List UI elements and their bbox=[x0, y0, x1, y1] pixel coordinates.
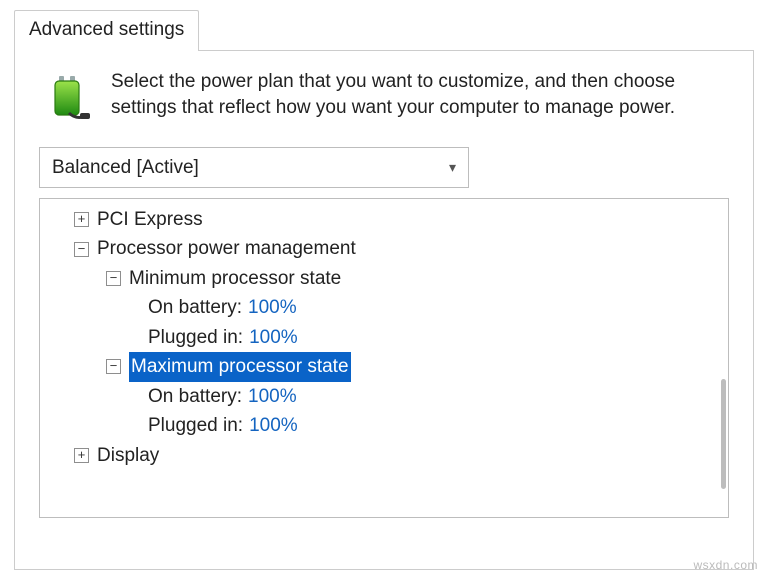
collapse-icon[interactable]: − bbox=[74, 242, 89, 257]
setting-label: Plugged in: bbox=[148, 411, 243, 440]
node-label: Processor power management bbox=[97, 234, 356, 263]
setting-min-on-battery[interactable]: On battery: 100% bbox=[50, 293, 724, 322]
node-label-selected: Maximum processor state bbox=[129, 352, 351, 381]
power-plan-select[interactable]: Balanced [Active] ▾ bbox=[39, 147, 469, 188]
settings-tree: + PCI Express − Processor power manageme… bbox=[39, 198, 729, 518]
setting-max-plugged-in[interactable]: Plugged in: 100% bbox=[50, 411, 724, 440]
intro-text: Select the power plan that you want to c… bbox=[111, 69, 729, 129]
setting-value[interactable]: 100% bbox=[248, 293, 297, 322]
tab-advanced-settings[interactable]: Advanced settings bbox=[14, 10, 199, 51]
setting-label: On battery: bbox=[148, 293, 242, 322]
tab-strip: Advanced settings bbox=[14, 10, 754, 50]
setting-value[interactable]: 100% bbox=[249, 411, 298, 440]
power-options-window: Advanced settings Select the power plan … bbox=[0, 0, 768, 580]
tree-node-minimum-processor-state[interactable]: − Minimum processor state bbox=[50, 264, 724, 293]
node-label: Minimum processor state bbox=[129, 264, 341, 293]
setting-label: On battery: bbox=[148, 382, 242, 411]
scrollbar-thumb[interactable] bbox=[721, 379, 726, 489]
collapse-icon[interactable]: − bbox=[106, 271, 121, 286]
intro-row: Select the power plan that you want to c… bbox=[39, 69, 729, 129]
tree-node-processor-power-management[interactable]: − Processor power management bbox=[50, 234, 724, 263]
tab-panel: Select the power plan that you want to c… bbox=[14, 50, 754, 570]
node-label: Display bbox=[97, 441, 159, 470]
chevron-down-icon: ▾ bbox=[449, 159, 456, 176]
setting-value[interactable]: 100% bbox=[249, 323, 298, 352]
tree-node-pci-express[interactable]: + PCI Express bbox=[50, 205, 724, 234]
battery-plug-icon bbox=[39, 69, 95, 129]
tab-label: Advanced settings bbox=[29, 19, 184, 40]
tree-node-maximum-processor-state[interactable]: − Maximum processor state bbox=[50, 352, 724, 381]
setting-min-plugged-in[interactable]: Plugged in: 100% bbox=[50, 323, 724, 352]
tree-node-display[interactable]: + Display bbox=[50, 441, 724, 470]
power-plan-value: Balanced [Active] bbox=[52, 157, 199, 179]
node-label: PCI Express bbox=[97, 205, 203, 234]
expand-icon[interactable]: + bbox=[74, 212, 89, 227]
expand-icon[interactable]: + bbox=[74, 448, 89, 463]
setting-value[interactable]: 100% bbox=[248, 382, 297, 411]
setting-label: Plugged in: bbox=[148, 323, 243, 352]
collapse-icon[interactable]: − bbox=[106, 359, 121, 374]
setting-max-on-battery[interactable]: On battery: 100% bbox=[50, 382, 724, 411]
